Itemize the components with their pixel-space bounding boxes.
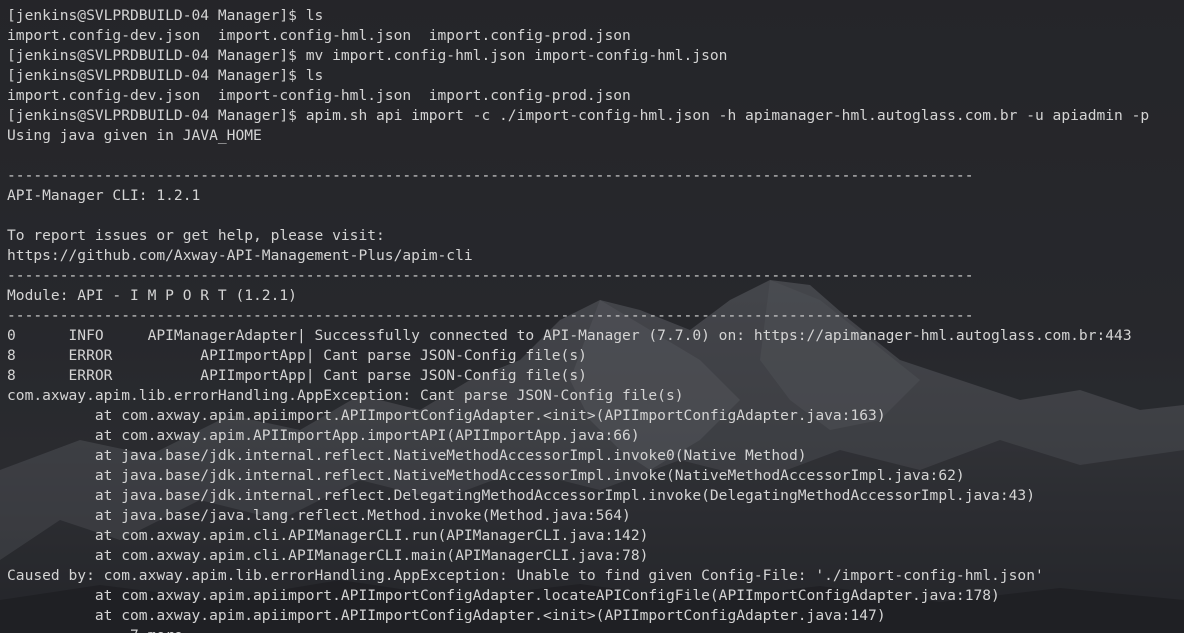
terminal-line: com.axway.apim.lib.errorHandling.AppExce… [7, 387, 684, 404]
terminal-line: at com.axway.apim.apiimport.APIImportCon… [7, 607, 886, 624]
terminal-line: API-Manager CLI: 1.2.1 [7, 187, 201, 204]
terminal-line: ----------------------------------------… [7, 267, 974, 284]
terminal-line: at java.base/java.lang.reflect.Method.in… [7, 507, 631, 524]
terminal-line: ----------------------------------------… [7, 167, 974, 184]
terminal-line: import.config-dev.json import.config-hml… [7, 27, 631, 44]
terminal-line: [jenkins@SVLPRDBUILD-04 Manager]$ ls [7, 67, 324, 84]
terminal-line: at com.axway.apim.cli.APIManagerCLI.run(… [7, 527, 649, 544]
terminal-line: [jenkins@SVLPRDBUILD-04 Manager]$ apim.s… [7, 107, 1150, 124]
terminal-line: at java.base/jdk.internal.reflect.Delega… [7, 487, 1035, 504]
terminal-line: ----------------------------------------… [7, 307, 974, 324]
terminal-line: at com.axway.apim.apiimport.APIImportCon… [7, 407, 886, 424]
terminal-line: import.config-dev.json import-config-hml… [7, 87, 631, 104]
terminal-line: 8 ERROR APIImportApp| Cant parse JSON-Co… [7, 367, 587, 384]
terminal-output[interactable]: [jenkins@SVLPRDBUILD-04 Manager]$ ls impo… [0, 0, 1184, 633]
terminal-line: Caused by: com.axway.apim.lib.errorHandl… [7, 567, 1044, 584]
terminal-line: at java.base/jdk.internal.reflect.Native… [7, 447, 807, 464]
terminal-line: Module: API - I M P O R T (1.2.1) [7, 287, 297, 304]
terminal-line: https://github.com/Axway-API-Management-… [7, 247, 473, 264]
terminal-line: To report issues or get help, please vis… [7, 227, 385, 244]
terminal-line: at com.axway.apim.APIImportApp.importAPI… [7, 427, 640, 444]
terminal-line: ... 7 more [7, 626, 1184, 633]
terminal-line: at com.axway.apim.apiimport.APIImportCon… [7, 587, 1000, 604]
terminal-line: [jenkins@SVLPRDBUILD-04 Manager]$ mv imp… [7, 47, 728, 64]
terminal-line: at java.base/jdk.internal.reflect.Native… [7, 467, 965, 484]
terminal-line: [jenkins@SVLPRDBUILD-04 Manager]$ ls [7, 7, 324, 24]
terminal-line: 8 ERROR APIImportApp| Cant parse JSON-Co… [7, 347, 587, 364]
terminal-line: at com.axway.apim.cli.APIManagerCLI.main… [7, 547, 649, 564]
terminal-line: Using java given in JAVA_HOME [7, 127, 262, 144]
terminal-line: 0 INFO APIManagerAdapter| Successfully c… [7, 327, 1132, 344]
